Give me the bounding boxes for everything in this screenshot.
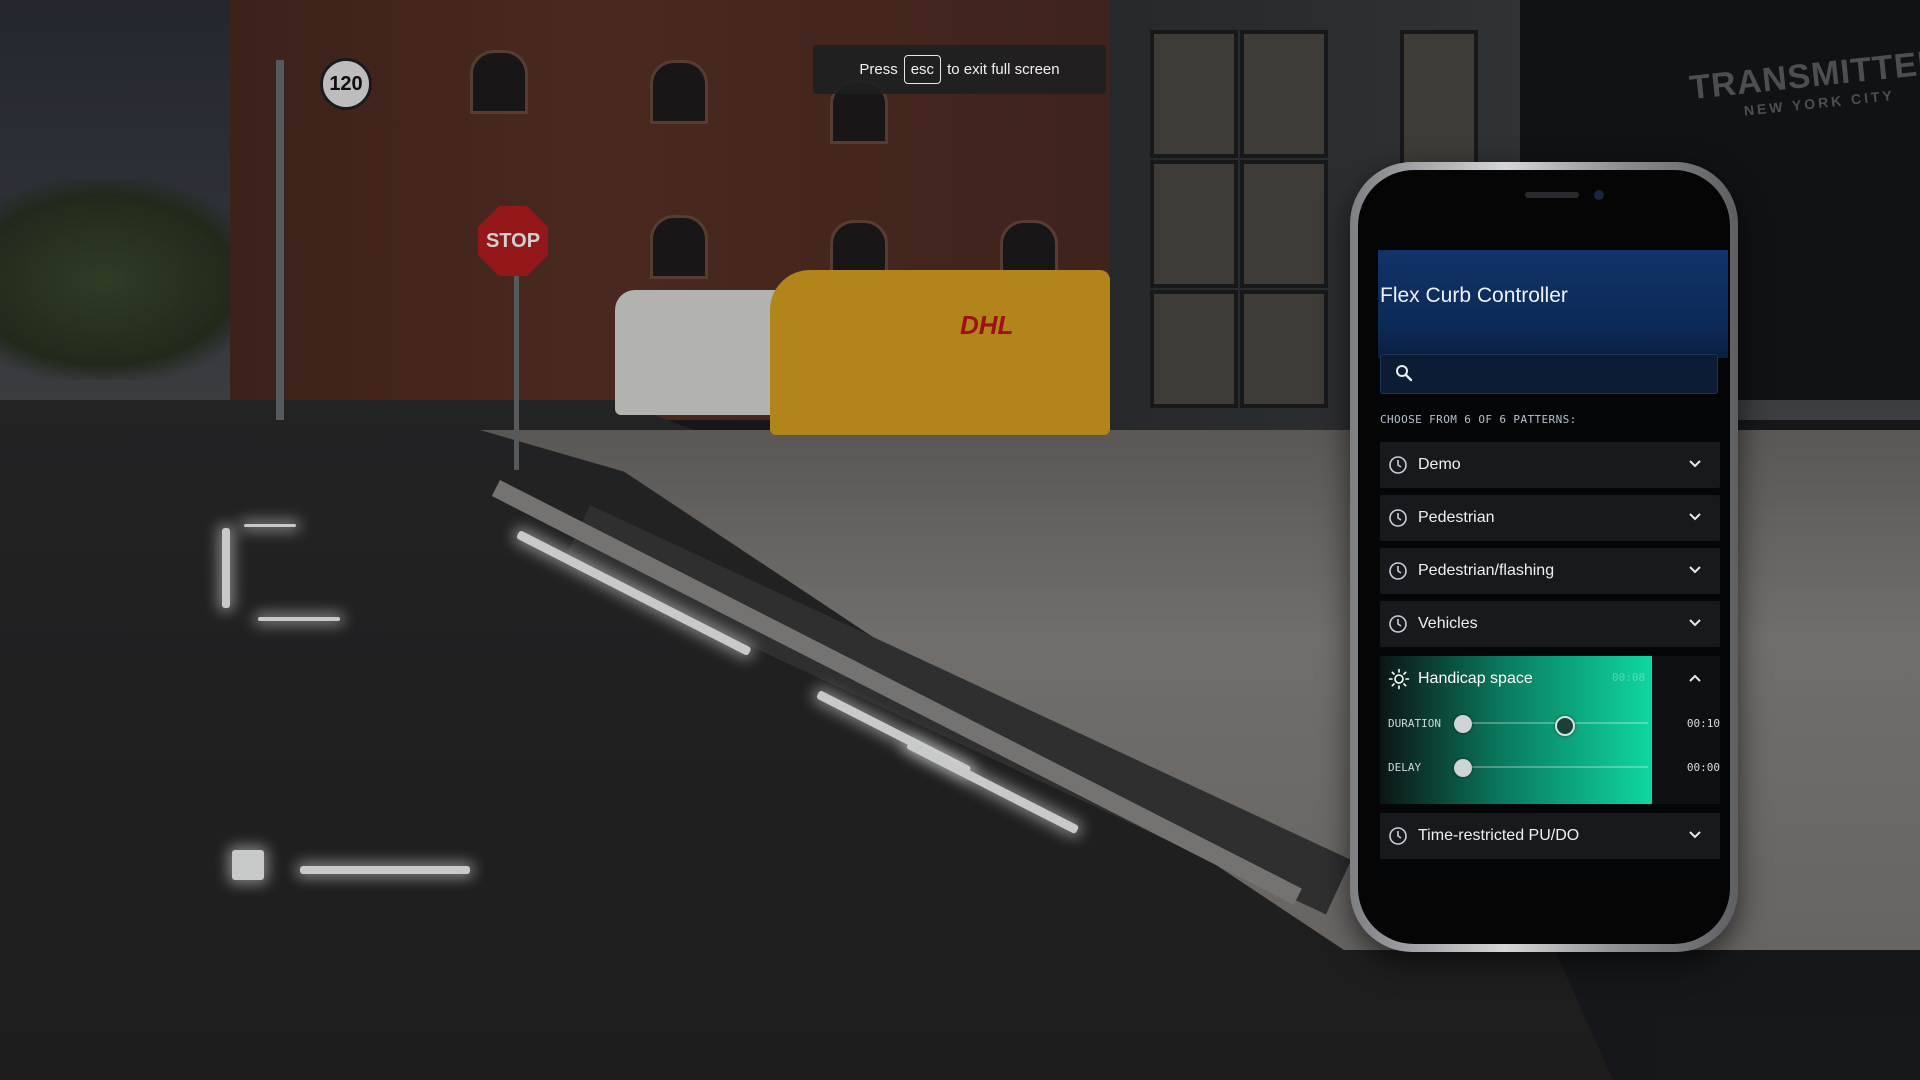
clock-icon xyxy=(1389,827,1407,845)
clock-icon xyxy=(1389,509,1407,527)
delay-label: DELAY xyxy=(1388,761,1422,774)
phone-body: Flex Curb Controller CHOOSE FROM 6 OF 6 … xyxy=(1358,170,1730,944)
delay-slider-row: DELAY 00:00 xyxy=(1380,755,1720,779)
search-input[interactable] xyxy=(1380,354,1718,394)
pattern-label: Demo xyxy=(1418,456,1461,473)
delay-slider-handle[interactable] xyxy=(1454,759,1472,777)
chevron-down-icon[interactable] xyxy=(1688,830,1702,840)
pattern-label: Pedestrian xyxy=(1418,509,1495,526)
notice-suffix-text: to exit full screen xyxy=(947,61,1060,78)
pattern-row-handicap-space[interactable]: Handicap space 00:08 xyxy=(1380,656,1720,702)
clock-icon xyxy=(1389,615,1407,633)
delay-value: 00:00 xyxy=(1686,761,1720,774)
duration-slider-row: DURATION 00:10 xyxy=(1380,711,1720,736)
pattern-row-handicap-space-expanded: Handicap space 00:08 DURATION 00:10 DELA… xyxy=(1380,656,1720,804)
chevron-down-icon[interactable] xyxy=(1688,459,1702,469)
pattern-row-vehicles[interactable]: Vehicles xyxy=(1380,601,1720,647)
delay-slider-track[interactable] xyxy=(1462,766,1648,768)
pattern-label: Vehicles xyxy=(1418,615,1478,632)
app-screen: Flex Curb Controller CHOOSE FROM 6 OF 6 … xyxy=(1378,250,1728,890)
patterns-count-label: CHOOSE FROM 6 OF 6 PATTERNS: xyxy=(1380,413,1577,426)
duration-label: DURATION xyxy=(1388,717,1441,730)
pattern-label: Pedestrian/flashing xyxy=(1418,562,1555,579)
pattern-row-pedestrian-flashing[interactable]: Pedestrian/flashing xyxy=(1380,548,1720,594)
fullscreen-notice: Press esc to exit full screen xyxy=(813,45,1106,94)
phone-camera xyxy=(1594,190,1604,200)
duration-slider-start-handle[interactable] xyxy=(1454,715,1472,733)
notice-press-text: Press xyxy=(859,61,898,78)
chevron-down-icon[interactable] xyxy=(1688,618,1702,628)
clock-icon xyxy=(1389,456,1407,474)
pattern-row-demo[interactable]: Demo xyxy=(1380,442,1720,488)
phone-frame: Flex Curb Controller CHOOSE FROM 6 OF 6 … xyxy=(1350,162,1738,952)
countdown-timer: 00:08 xyxy=(1612,671,1646,684)
pattern-row-pedestrian[interactable]: Pedestrian xyxy=(1380,495,1720,541)
phone-speaker xyxy=(1525,192,1579,198)
app-title: Flex Curb Controller xyxy=(1380,284,1568,307)
chevron-down-icon[interactable] xyxy=(1688,565,1702,575)
pattern-label: Time-restricted PU/DO xyxy=(1418,827,1580,844)
pattern-label: Handicap space xyxy=(1418,670,1533,687)
search-icon xyxy=(1396,365,1413,382)
chevron-down-icon[interactable] xyxy=(1688,512,1702,522)
clock-icon xyxy=(1389,562,1407,580)
chevron-up-icon[interactable] xyxy=(1688,673,1702,683)
sun-icon xyxy=(1388,668,1410,690)
duration-slider-handle[interactable] xyxy=(1555,716,1576,736)
esc-key-badge: esc xyxy=(903,55,942,84)
pattern-row-time-restricted[interactable]: Time-restricted PU/DO xyxy=(1380,813,1720,859)
duration-value: 00:10 xyxy=(1686,717,1720,730)
